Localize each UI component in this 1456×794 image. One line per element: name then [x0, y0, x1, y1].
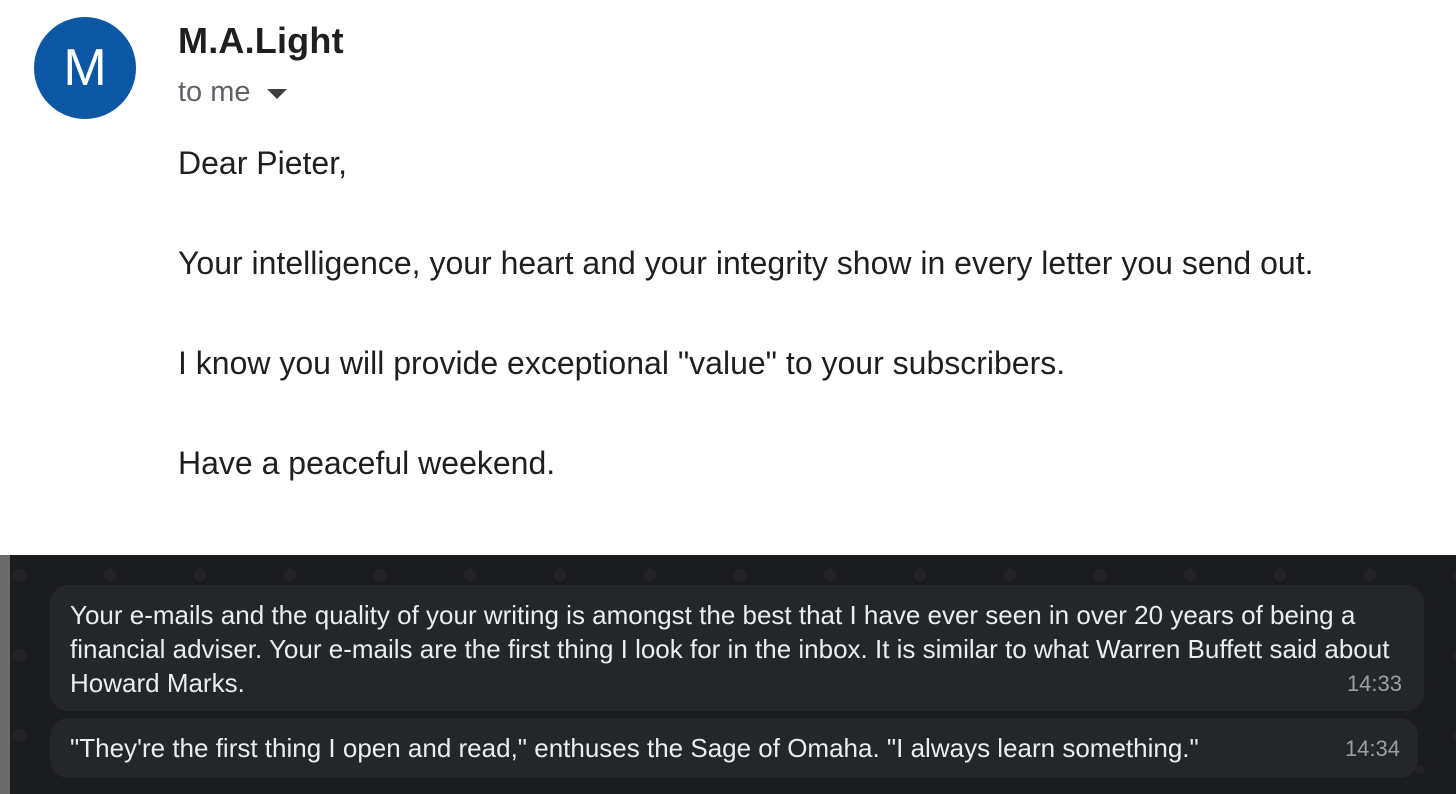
message-time: 14:33 [1346, 671, 1402, 696]
email-paragraph: Your intelligence, your heart and your i… [178, 245, 1314, 281]
caret-down-icon[interactable] [266, 88, 287, 99]
chat-scrollbar[interactable] [0, 555, 10, 794]
chat-message[interactable]: "They're the first thing I open and read… [50, 718, 1418, 778]
message-time: 14:34 [1344, 736, 1400, 761]
chat-message[interactable]: Your e-mails and the quality of your wri… [50, 585, 1424, 711]
recipient-row[interactable]: to me [178, 76, 287, 109]
email-view: M M.A.Light to me Dear Pieter, Your inte… [0, 0, 1456, 555]
email-greeting: Dear Pieter, [178, 145, 347, 181]
email-paragraph: I know you will provide exceptional "val… [178, 345, 1066, 381]
recipient-label: to me [178, 76, 251, 108]
message-text: "They're the first thing I open and read… [70, 733, 1199, 763]
sender-avatar[interactable]: M [34, 17, 136, 119]
sender-name[interactable]: M.A.Light [178, 20, 344, 62]
chat-view: Your e-mails and the quality of your wri… [0, 555, 1456, 794]
email-closing: Have a peaceful weekend. [178, 445, 556, 481]
message-text: Your e-mails and the quality of your wri… [70, 600, 1390, 698]
